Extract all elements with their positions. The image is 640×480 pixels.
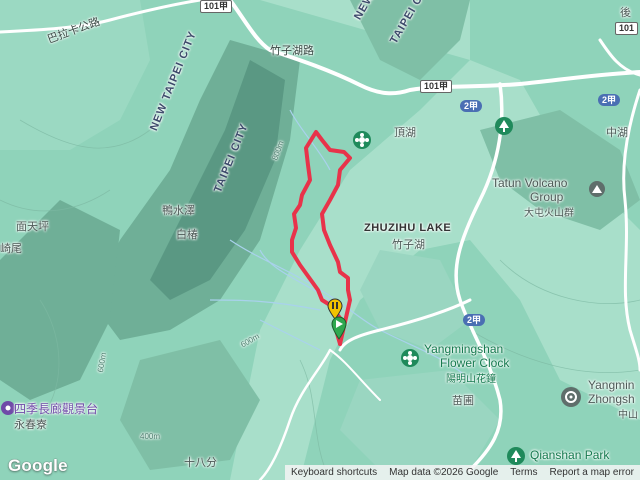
- poi-flower-clock-label-zh: 陽明山花鐘: [446, 374, 496, 385]
- poi-flower-clock-label-1: Yangmingshan: [424, 342, 504, 356]
- report-error-link[interactable]: Report a map error: [544, 467, 640, 478]
- lake-label-en: ZHUZIHU LAKE: [364, 222, 452, 234]
- poi-zhongshan-label-2: Zhongsh: [588, 392, 635, 406]
- highway-shield-2a-2: 2甲: [598, 94, 621, 106]
- qianshan-park-icon[interactable]: [506, 446, 526, 466]
- elevation-label-400: 400m: [140, 432, 161, 441]
- poi-siji-label: 四季長廊觀景台: [14, 402, 99, 416]
- village-label-yashuize: 鴨水澤: [162, 205, 195, 217]
- village-label-miantianping: 面天坪: [16, 221, 49, 233]
- poi-tatun-label-2: Group: [530, 190, 564, 204]
- village-label-dinghu: 頂湖: [394, 127, 416, 139]
- attribution-bar: Keyboard shortcuts Map data ©2026 Google…: [284, 465, 640, 480]
- poi-shibafen-label: 十八分: [184, 457, 217, 469]
- highway-shield-101a-top: 101甲: [200, 0, 233, 13]
- village-label-qiwei: 崎尾: [0, 243, 22, 255]
- map-data-text: Map data ©2026 Google: [389, 467, 499, 478]
- highway-shield-101a: 101甲: [420, 80, 453, 93]
- highway-shield-101: 101: [615, 22, 639, 35]
- village-label-zhonghu: 中湖: [606, 127, 628, 139]
- lake-label-zh: 竹子湖: [392, 239, 425, 251]
- keyboard-shortcuts-link[interactable]: Keyboard shortcuts: [285, 467, 383, 478]
- poi-zhongshan-label-1: Yangmin: [588, 378, 635, 392]
- poi-tatun-label-1: Tatun Volcano: [492, 176, 568, 190]
- poi-yongchun-label: 永春寮: [14, 419, 47, 431]
- poi-flower-clock-label-2: Flower Clock: [440, 356, 510, 370]
- poi-zhongshan-label-zh: 中山: [618, 410, 638, 421]
- terms-link[interactable]: Terms: [504, 467, 543, 478]
- route-start-marker-icon[interactable]: [331, 316, 347, 340]
- tree-park-icon[interactable]: [494, 116, 514, 136]
- flower-clock-icon[interactable]: [400, 348, 420, 368]
- google-logo[interactable]: Google: [8, 456, 68, 476]
- road-label-zhuzihu: 竹子湖路: [270, 45, 314, 57]
- flower-park-icon-north[interactable]: [352, 130, 372, 150]
- village-label-baichun: 白椿: [176, 229, 198, 241]
- poi-miaopu-label: 苗圃: [452, 395, 474, 407]
- poi-qianshan-label: Qianshan Park: [530, 448, 610, 462]
- highway-shield-2a-1: 2甲: [460, 100, 483, 112]
- mountain-icon[interactable]: [588, 180, 606, 198]
- highway-shield-2a-3: 2甲: [463, 314, 486, 326]
- village-label-hou: 後: [620, 7, 631, 19]
- poi-tatun-label-zh: 大屯火山群: [524, 208, 574, 219]
- landmark-icon[interactable]: [560, 386, 582, 408]
